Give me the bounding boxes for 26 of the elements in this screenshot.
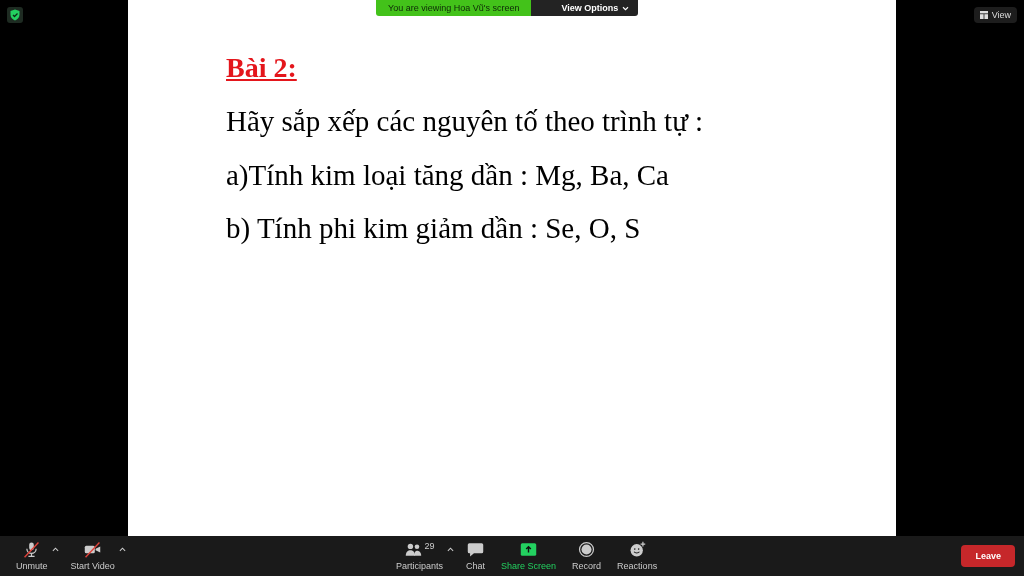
caret-icon[interactable]	[51, 547, 59, 552]
speech-bubble-icon	[467, 541, 485, 558]
slide-title: Bài 2:	[226, 51, 297, 85]
participants-button[interactable]: 29 Participants	[392, 539, 448, 573]
caret-icon[interactable]	[118, 547, 126, 552]
view-button[interactable]: View	[973, 7, 1017, 23]
chevron-down-icon	[622, 5, 630, 11]
leave-button[interactable]: Leave	[961, 545, 1015, 567]
caret-icon[interactable]	[447, 547, 455, 552]
record-button[interactable]: Record	[568, 539, 606, 573]
mic-button[interactable]: Unmute	[12, 539, 52, 573]
video-button[interactable]: Start Video	[66, 539, 119, 573]
shield-icon[interactable]	[7, 7, 23, 23]
participant-count: 29	[424, 541, 435, 551]
reactions-button[interactable]: Reactions	[613, 539, 662, 573]
view-options-button[interactable]: View Options	[531, 0, 639, 16]
share-button[interactable]: Share Screen	[497, 539, 561, 573]
smiley-plus-icon	[628, 541, 646, 558]
viewing-notice: You are viewing Hoa Vũ's screen	[376, 0, 532, 16]
slide-text: b) Tính phi kim giảm dần : Se, O, S	[226, 211, 642, 245]
grid-view-icon	[979, 11, 988, 19]
people-icon	[404, 541, 422, 558]
slide-text: a)Tính kim loại tăng dần : Mg, Ba, Ca	[226, 157, 670, 192]
slide-text: Hãy sắp xếp các nguyên tố theo trình tự :	[226, 104, 705, 138]
chat-button[interactable]: Chat	[462, 539, 490, 573]
record-icon	[578, 541, 596, 558]
